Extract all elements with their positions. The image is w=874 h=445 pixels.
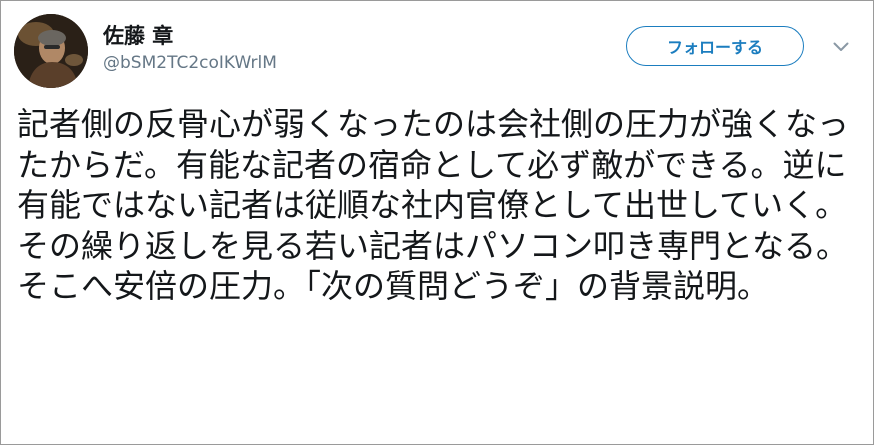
display-name[interactable]: 佐藤 章 bbox=[103, 20, 173, 50]
chevron-down-icon[interactable] bbox=[830, 36, 852, 58]
chevron-down-icon-glyph bbox=[833, 42, 849, 51]
avatar[interactable] bbox=[14, 14, 88, 88]
follow-button[interactable]: フォローする bbox=[626, 26, 804, 66]
user-handle[interactable]: @bSM2TC2coIKWrlM bbox=[103, 53, 277, 73]
tweet-text: 記者側の反骨心が弱くなったのは会社側の圧力が強くなったからだ。有能な記者の宿命と… bbox=[17, 105, 850, 305]
avatar-photo bbox=[14, 14, 88, 88]
